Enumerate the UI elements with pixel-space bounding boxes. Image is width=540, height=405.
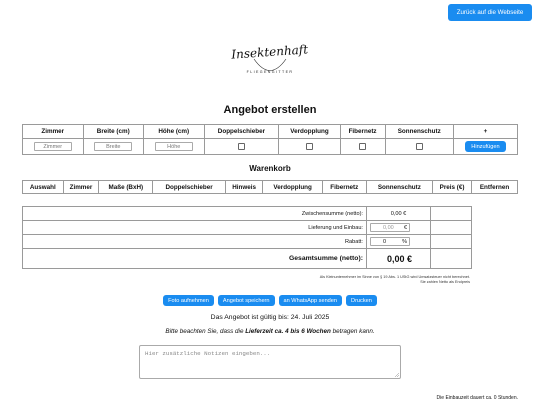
header-fibernetz: Fibernetz xyxy=(339,124,386,139)
header-hoehe: Höhe (cm) xyxy=(143,124,205,139)
resize-handle-icon[interactable] xyxy=(394,372,400,378)
discount-value: 0 xyxy=(383,239,387,245)
header-add: + xyxy=(452,124,519,139)
send-whatsapp-button[interactable]: an WhatsApp senden xyxy=(278,295,343,306)
tax-note-line2: Sie zahlen Netto als Endpreis xyxy=(420,280,470,284)
tax-note: Als Kleinunternehmer im Sinne von § 19 A… xyxy=(280,275,470,285)
svg-text:Insektenhaft: Insektenhaft xyxy=(230,42,309,61)
total-label: Gesamtsumme (netto): xyxy=(22,248,367,269)
total-value: 0,00 € xyxy=(366,248,431,269)
cart-header-sonnenschutz: Sonnenschutz xyxy=(365,180,434,194)
header-sonnenschutz: Sonnenschutz xyxy=(384,124,454,139)
cart-header-verdopplung: Verdopplung xyxy=(262,180,323,194)
cart-title: Warenkorb xyxy=(249,164,291,173)
company-logo: Insektenhaft FLIEGENGITTER xyxy=(228,36,312,80)
install-time-text: Die Einbauzeit dauert ca. 0 Stunden. xyxy=(436,395,518,401)
header-zimmer: Zimmer xyxy=(22,124,84,139)
print-button[interactable]: Drucken xyxy=(346,295,377,306)
hoehe-input[interactable] xyxy=(154,142,193,151)
svg-text:FLIEGENGITTER: FLIEGENGITTER xyxy=(247,70,294,74)
cart-header-fibernetz: Fibernetz xyxy=(321,180,367,194)
cart-header-masse: Maße (BxH) xyxy=(98,180,154,194)
save-offer-button[interactable]: Angebot speichern xyxy=(217,295,275,306)
subtotal-label: Zwischensumme (netto): xyxy=(22,206,367,221)
back-to-website-button[interactable]: Zurück auf die Webseite xyxy=(448,4,532,21)
delivery-cost-value: 0,00 xyxy=(383,225,394,231)
summary-table: Zwischensumme (netto): 0,00 € Lieferung … xyxy=(22,206,472,269)
page-title: Angebot erstellen xyxy=(223,104,317,116)
delivery-note-before: Bitte beachten Sie, dass die xyxy=(165,328,246,335)
offer-input-table: Zimmer Breite (cm) Höhe (cm) Doppelschie… xyxy=(22,124,519,155)
delivery-label: Lieferung und Einbau: xyxy=(22,220,367,235)
notes-placeholder: Hier zusätzliche Notizen eingeben... xyxy=(145,350,271,357)
delivery-cost-input[interactable]: 0,00 € xyxy=(370,223,410,232)
validity-date: 24. Juli 2025 xyxy=(290,314,330,321)
cart-table: Auswahl Zimmer Maße (BxH) Doppelschieber… xyxy=(22,180,518,194)
delivery-time-note: Bitte beachten Sie, dass die Lieferzeit … xyxy=(0,328,540,335)
subtotal-value: 0,00 € xyxy=(366,206,431,221)
take-photo-button[interactable]: Foto aufnehmen xyxy=(163,295,214,306)
breite-input[interactable] xyxy=(94,142,133,151)
validity-text: Das Angebot ist gültig bis: 24. Juli 202… xyxy=(0,314,540,321)
sonnenschutz-checkbox[interactable] xyxy=(415,142,423,150)
zimmer-input[interactable] xyxy=(33,142,72,151)
add-item-button[interactable]: Hinzufügen xyxy=(465,141,506,152)
delivery-cost-unit: € xyxy=(403,225,407,231)
discount-label: Rabatt: xyxy=(22,234,367,249)
header-verdopplung: Verdopplung xyxy=(278,124,341,139)
verdopplung-checkbox[interactable] xyxy=(305,142,313,150)
discount-input[interactable]: 0 % xyxy=(370,237,410,246)
delivery-note-after: betragen kann. xyxy=(330,328,375,335)
cart-header-hinweis: Hinweis xyxy=(224,180,264,194)
fibernetz-checkbox[interactable] xyxy=(359,142,367,150)
notes-textarea[interactable]: Hier zusätzliche Notizen eingeben... xyxy=(139,345,401,379)
action-buttons: Foto aufnehmen Angebot speichern an What… xyxy=(0,295,540,306)
discount-unit: % xyxy=(402,239,407,245)
cart-header-doppelschieber: Doppelschieber xyxy=(152,180,226,194)
cart-header-auswahl: Auswahl xyxy=(22,180,64,194)
header-doppelschieber: Doppelschieber xyxy=(203,124,280,139)
header-breite: Breite (cm) xyxy=(82,124,144,139)
cart-header-preis: Preis (€) xyxy=(432,180,473,194)
delivery-note-bold: Lieferzeit ca. 4 bis 6 Wochen xyxy=(245,328,331,335)
doppelschieber-checkbox[interactable] xyxy=(237,142,245,150)
cart-header-entfernen: Entfernen xyxy=(471,180,518,194)
cart-header-zimmer: Zimmer xyxy=(62,180,100,194)
validity-prefix: Das Angebot ist gültig bis: xyxy=(210,314,289,321)
